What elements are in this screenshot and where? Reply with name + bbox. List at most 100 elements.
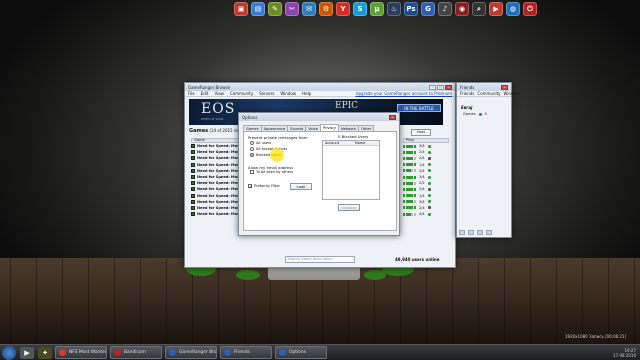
ping-bar [403, 200, 417, 204]
floor-plank [426, 258, 427, 344]
system-tray[interactable]: 19:27 17.08.2016 [613, 348, 636, 358]
menu-item-window[interactable]: Window [280, 91, 296, 96]
checkbox-box[interactable] [250, 170, 254, 174]
ping-bar [403, 169, 417, 173]
look-button[interactable]: Look [290, 183, 312, 190]
camera-icon[interactable]: ◉ [455, 2, 469, 16]
menu-item-help[interactable]: Help [302, 91, 311, 96]
friend-user[interactable]: Евгаj [461, 105, 472, 110]
upgrade-link[interactable]: Upgrade your GameRanger account to Premi… [356, 91, 452, 96]
torrent-icon[interactable]: µ [370, 2, 384, 16]
unblock-button[interactable]: Unblock [338, 204, 360, 211]
add-friend-icon[interactable] [459, 230, 465, 235]
search-icon[interactable]: ⌕ [472, 2, 486, 16]
ping-bar [403, 187, 417, 191]
skype-icon[interactable]: S [353, 2, 367, 16]
close-button[interactable]: × [501, 84, 508, 90]
profanity-filter-checkbox[interactable]: ✓ Profanity Filter [248, 184, 280, 189]
taskbar-item-label: Bandicam [124, 350, 146, 355]
titlebar: Options × [239, 113, 399, 121]
ping-bar [403, 150, 417, 154]
gameranger-icon[interactable]: G [421, 2, 435, 16]
game-icon [191, 181, 195, 186]
settings-icon[interactable]: ✎ [268, 2, 282, 16]
menu-item-servers[interactable]: Servers [259, 91, 274, 96]
search-input[interactable]: Search Game Description [285, 256, 355, 263]
host-button[interactable]: Host [411, 129, 431, 136]
blocked-users-title: 0 Blocked Users [338, 134, 369, 139]
globe-icon[interactable]: ◍ [506, 2, 520, 16]
network-icon[interactable]: ⚙ [319, 2, 333, 16]
radio-circle[interactable] [250, 153, 254, 157]
close-button[interactable]: × [445, 84, 452, 90]
yandex-icon[interactable]: Y [336, 2, 350, 16]
banner-button[interactable]: IN THE BATTLE [397, 104, 441, 112]
radio-all-users[interactable]: All users [250, 141, 271, 145]
open-status-icon [427, 181, 431, 185]
taskbar-item[interactable]: Friends [220, 346, 272, 359]
account-column-header[interactable]: Account [323, 141, 353, 145]
menu-item-edit[interactable]: Edit [201, 91, 209, 96]
friends-group[interactable]: Games 0 [463, 112, 487, 116]
steam-icon[interactable]: ♨ [387, 2, 401, 16]
audio-icon[interactable]: ♪ [438, 2, 452, 16]
menu-item-community[interactable]: Community [230, 91, 253, 96]
game-icon [191, 205, 195, 210]
menu-item-view[interactable]: View [214, 91, 224, 96]
open-status-icon [427, 150, 431, 154]
floor-plank [530, 258, 531, 344]
player-count: 2/4 [419, 168, 425, 173]
floor-plank [478, 258, 479, 344]
mail-icon[interactable]: ✉ [302, 2, 316, 16]
game-icon [191, 193, 195, 198]
menu-item-window[interactable]: Window [504, 91, 520, 96]
floor-plank [452, 258, 453, 344]
bush [364, 270, 386, 280]
ping-bar [403, 181, 417, 185]
dialog-title: Options [242, 114, 258, 120]
message-icon[interactable] [468, 230, 474, 235]
taskbar-item-label: GameRanger Bro... [179, 350, 217, 355]
titlebar: Friends × [457, 83, 511, 91]
player-count: 1/4 [419, 193, 425, 198]
start-button[interactable] [2, 345, 16, 360]
taskbar-item[interactable]: Bandicam [110, 346, 162, 359]
menu-item-friends[interactable]: Friends [460, 91, 474, 96]
player-count: 2/4 [419, 205, 425, 210]
floor-plank [114, 258, 115, 344]
floor-plank [218, 258, 219, 344]
app-icon [114, 349, 121, 356]
tab-privacy[interactable]: Privacy [319, 124, 339, 131]
menu-item-community[interactable]: Community [477, 91, 500, 96]
floor-plank [166, 258, 167, 344]
info-icon[interactable] [477, 230, 483, 235]
folder-icon[interactable]: ▤ [251, 2, 265, 16]
radio-circle[interactable] [250, 147, 254, 151]
checkbox-box[interactable]: ✓ [248, 184, 252, 189]
maximize-button[interactable]: □ [437, 84, 444, 90]
menu-item-file[interactable]: File [188, 91, 195, 96]
taskbar-item[interactable]: NFS Most Wanted [55, 346, 107, 359]
settings-icon[interactable] [486, 230, 492, 235]
close-button[interactable]: × [389, 114, 396, 120]
taskbar-item[interactable]: Options [275, 346, 327, 359]
name-column-header[interactable]: Name [353, 141, 365, 145]
lock-icon [427, 156, 431, 160]
taskbar-item[interactable]: GameRanger Bro... [165, 346, 217, 359]
ping-bar [403, 156, 417, 160]
app-icon [59, 349, 66, 356]
radio-circle[interactable] [250, 141, 254, 145]
blocked-users-list[interactable]: Account Name [322, 140, 380, 200]
floor-plank [88, 258, 89, 344]
floor-plank [608, 258, 609, 344]
player-icon[interactable]: ▶ [489, 2, 503, 16]
tools-icon[interactable]: ✂ [285, 2, 299, 16]
minimize-button[interactable]: – [429, 84, 436, 90]
nfs-icon[interactable]: ✦ [38, 346, 52, 359]
email-visible-checkbox[interactable]: To be seen by others [250, 170, 293, 174]
ping-bar [403, 163, 417, 167]
media-player-icon[interactable]: ▶ [20, 346, 34, 359]
photoshop-icon[interactable]: Ps [404, 2, 418, 16]
power-icon[interactable]: ⏻ [523, 2, 537, 16]
media-icon[interactable]: ▣ [234, 2, 248, 16]
